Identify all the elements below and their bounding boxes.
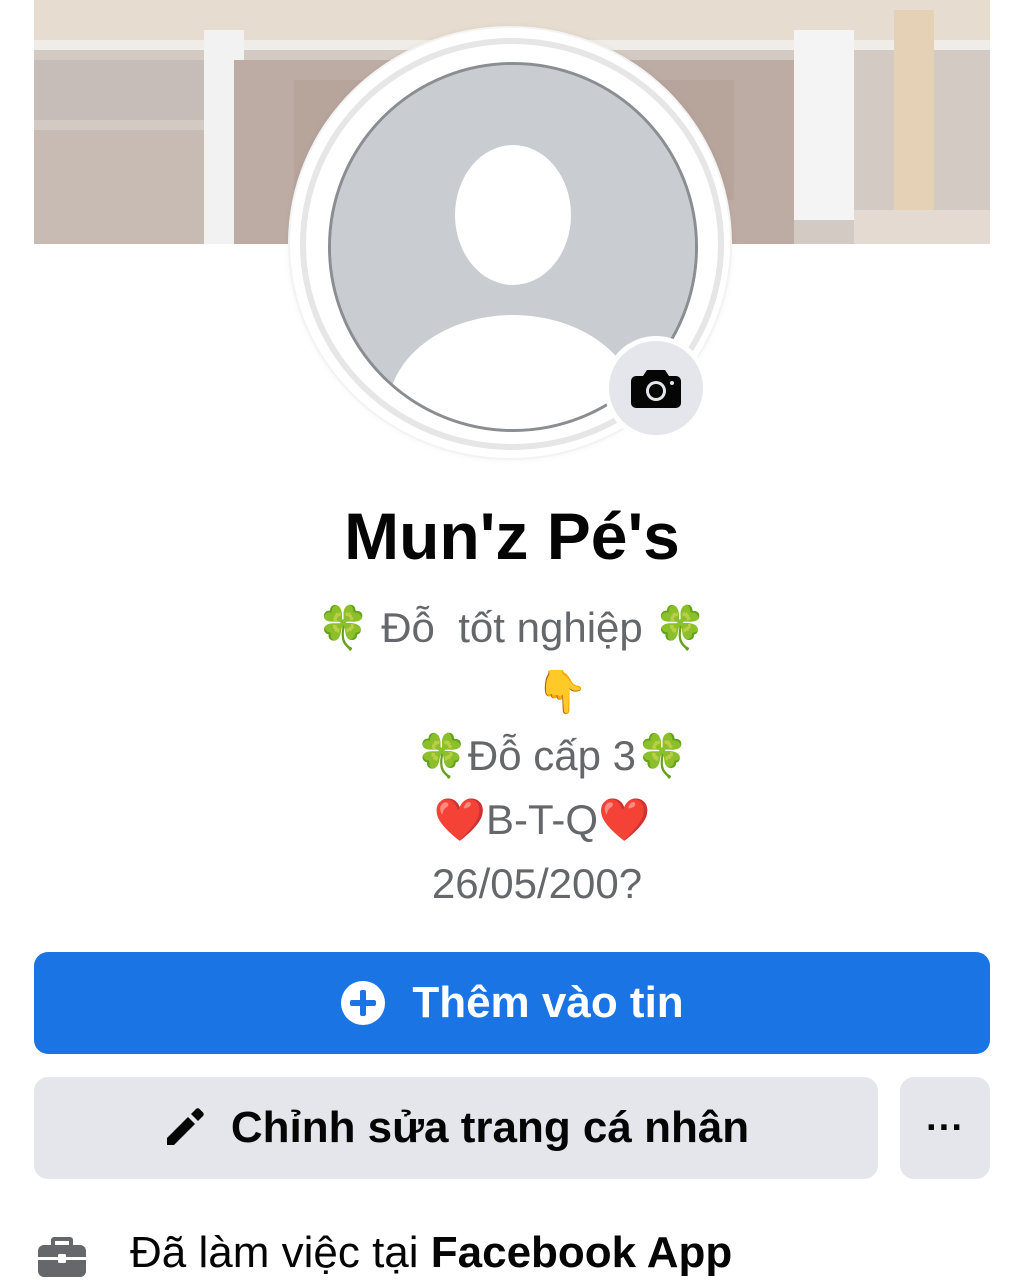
bio-line: 🍀Đỗ cấp 3🍀	[415, 732, 689, 779]
plus-circle-icon	[341, 981, 386, 1025]
work-place-link[interactable]: Facebook App	[431, 1228, 733, 1278]
camera-icon	[631, 370, 681, 408]
more-options-button[interactable]: ···	[900, 1077, 990, 1179]
bio-line: ❤️B-T-Q❤️	[433, 796, 651, 843]
profile-page: Mun'z Pé's 🍀 Đỗ tốt nghiệp 🍀 👇 🍀Đỗ cấp 3…	[0, 0, 1024, 1280]
profile-name: Mun'z Pé's	[344, 499, 680, 573]
edit-profile-label: Chỉnh sửa trang cá nhân	[230, 1103, 750, 1152]
add-to-story-button[interactable]: Thêm vào tin	[34, 952, 990, 1054]
change-avatar-button[interactable]	[604, 336, 708, 440]
more-icon: ···	[926, 1106, 964, 1149]
bio-line: 26/05/200?	[431, 860, 643, 907]
profile-bio: 🍀 Đỗ tốt nghiệp 🍀 👇 🍀Đỗ cấp 3🍀 ❤️B-T-Q❤️…	[0, 596, 1024, 916]
briefcase-icon	[38, 1237, 86, 1277]
edit-profile-button[interactable]: Chỉnh sửa trang cá nhân	[34, 1077, 878, 1179]
work-info: Đã làm việc tại Facebook App	[34, 1218, 1014, 1280]
pencil-icon	[166, 1108, 204, 1145]
bio-line: 🍀 Đỗ tốt nghiệp 🍀	[317, 604, 707, 651]
work-prefix: Đã làm việc tại	[130, 1228, 431, 1277]
bio-line: 👇	[535, 668, 589, 715]
add-to-story-label: Thêm vào tin	[412, 978, 684, 1027]
